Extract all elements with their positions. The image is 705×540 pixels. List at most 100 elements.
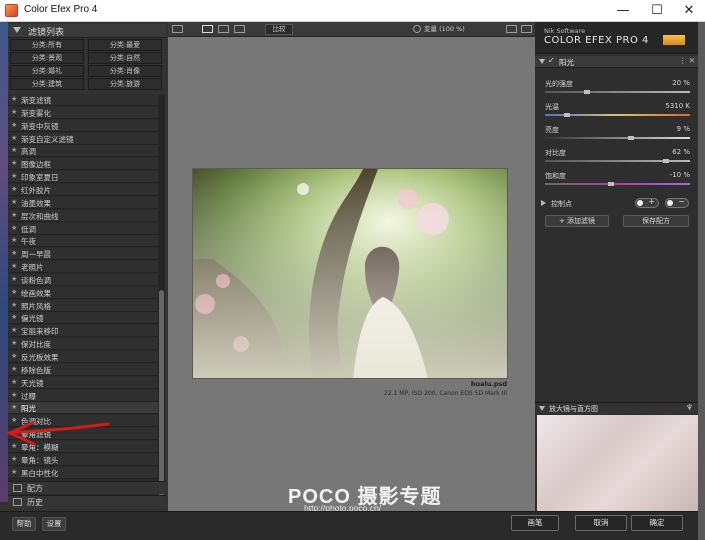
filter-list-item[interactable]: ★ 黑白中性化 <box>8 466 158 479</box>
favorite-star-icon[interactable]: ★ <box>11 146 17 154</box>
zoom-level[interactable]: 变量 (100 %) <box>424 24 494 35</box>
settings-button[interactable]: 设置 <box>42 517 66 531</box>
filter-list-item[interactable]: ★ 渐变滤镜 <box>8 94 158 106</box>
filter-list-item[interactable]: ★ 低调 <box>8 222 158 235</box>
filter-list-item[interactable]: ★ 反光板效果 <box>8 351 158 363</box>
slider-thumb[interactable] <box>564 113 571 117</box>
filter-list-item[interactable]: ★ 宝丽来移印 <box>8 325 158 338</box>
favorite-star-icon[interactable]: ★ <box>11 365 17 373</box>
compare-button[interactable]: 比较 <box>265 24 293 35</box>
single-view-icon[interactable] <box>202 25 213 33</box>
slider-track[interactable] <box>545 159 690 163</box>
filter-list-item[interactable]: ★ 渐变自定义滤镜 <box>8 132 158 145</box>
filter-list-item[interactable]: ★ 绘画效果 <box>8 286 158 299</box>
favorite-star-icon[interactable]: ★ <box>11 455 17 463</box>
help-button[interactable]: 帮助 <box>12 517 36 531</box>
filter-list-scrollbar[interactable] <box>158 94 165 499</box>
favorite-star-icon[interactable]: ★ <box>11 185 17 193</box>
favorite-star-icon[interactable]: ★ <box>11 326 17 334</box>
split-view-icon[interactable] <box>218 25 229 33</box>
favorite-star-icon[interactable]: ★ <box>11 403 17 411</box>
favorite-star-icon[interactable]: ★ <box>11 159 17 167</box>
filter-list-item[interactable]: ★ 老照片 <box>8 261 158 274</box>
slider-value[interactable]: 62 % <box>630 148 690 156</box>
slider-track[interactable] <box>545 136 690 140</box>
filter-list-item[interactable]: ★ 过曝 <box>8 389 158 402</box>
category-button[interactable]: 分类:自然 <box>88 52 162 64</box>
history-section[interactable]: 历史 <box>8 495 166 508</box>
slider-value[interactable]: 5310 K <box>630 102 690 110</box>
favorite-star-icon[interactable]: ★ <box>11 198 17 206</box>
category-button[interactable]: 分类:景观 <box>10 52 84 64</box>
category-button[interactable]: 分类:所有 <box>10 39 84 51</box>
remove-control-point-button[interactable]: − <box>665 197 689 208</box>
save-recipe-button[interactable]: 保存配方 <box>623 215 689 227</box>
favorite-star-icon[interactable]: ★ <box>11 288 17 296</box>
pin-icon[interactable]: ♆ <box>686 403 693 412</box>
favorite-star-icon[interactable]: ★ <box>11 262 17 270</box>
category-button[interactable]: 分类:肖像 <box>88 65 162 77</box>
favorite-star-icon[interactable]: ★ <box>11 468 17 476</box>
slider-thumb[interactable] <box>607 182 614 186</box>
filter-list-item[interactable]: ★ 午夜 <box>8 235 158 248</box>
filter-list-item[interactable]: ★ 图像边框 <box>8 158 158 171</box>
filter-list-item[interactable]: ★ 层次和曲线 <box>8 209 158 222</box>
filter-list-item[interactable]: ★ 渐变中灰镜 <box>8 119 158 132</box>
brush-button[interactable]: 画笔 <box>511 515 559 531</box>
favorite-star-icon[interactable]: ★ <box>11 275 17 283</box>
filter-list-item[interactable]: ★ 照片风格 <box>8 299 158 312</box>
filter-list-item[interactable]: ★ 晕角：镜头 <box>8 453 158 466</box>
cancel-button[interactable]: 取消 <box>575 515 627 531</box>
filter-list-header[interactable]: 滤镜列表 <box>8 24 166 38</box>
slider-track[interactable] <box>545 113 690 117</box>
slider-track[interactable] <box>545 182 690 186</box>
slider-thumb[interactable] <box>628 136 635 140</box>
category-button[interactable]: 分类:旅游 <box>88 78 162 90</box>
scrollbar-thumb[interactable] <box>159 290 164 498</box>
preview-image[interactable] <box>192 168 508 379</box>
filter-list-item[interactable]: ★ 偏光镜 <box>8 312 158 325</box>
favorite-star-icon[interactable]: ★ <box>11 224 17 232</box>
close-button[interactable]: ✕ <box>672 0 705 22</box>
favorite-star-icon[interactable]: ★ <box>11 121 17 129</box>
filter-list-item[interactable]: ★ 阳光 <box>8 402 158 415</box>
favorite-star-icon[interactable]: ★ <box>11 95 17 103</box>
category-button[interactable]: 分类:建筑 <box>10 78 84 90</box>
ok-button[interactable]: 确定 <box>631 515 683 531</box>
slider-value[interactable]: 9 % <box>630 125 690 133</box>
filter-list-item[interactable]: ★ 油墨效果 <box>8 196 158 209</box>
add-filter-button[interactable]: + 添加滤镜 <box>545 215 609 227</box>
favorite-star-icon[interactable]: ★ <box>11 108 17 116</box>
filter-list-item[interactable]: ★ 印象室夏日 <box>8 171 158 184</box>
favorite-star-icon[interactable]: ★ <box>11 134 17 142</box>
toggle-left-panel-icon[interactable] <box>172 25 183 33</box>
expand-triangle-icon[interactable] <box>541 200 546 206</box>
filter-list-item[interactable]: ★ 周一早晨 <box>8 248 158 261</box>
loupe-preview[interactable] <box>537 415 698 511</box>
filter-list-item[interactable]: ★ 移除色版 <box>8 363 158 376</box>
favorite-star-icon[interactable]: ★ <box>11 313 17 321</box>
minimize-button[interactable]: — <box>606 0 640 22</box>
filter-enable-checkbox[interactable]: ✓ <box>548 56 555 65</box>
favorite-star-icon[interactable]: ★ <box>11 339 17 347</box>
filter-list-item[interactable]: ★ 谈粉色调 <box>8 273 158 286</box>
recipes-section[interactable]: 配方 <box>8 481 166 494</box>
toggle-right-panel-icon[interactable] <box>521 25 532 33</box>
side-by-side-view-icon[interactable] <box>234 25 245 33</box>
favorite-star-icon[interactable]: ★ <box>11 249 17 257</box>
favorite-star-icon[interactable]: ★ <box>11 301 17 309</box>
filter-header-controls[interactable]: ⋮ ✕ <box>679 56 695 65</box>
favorite-star-icon[interactable]: ★ <box>11 211 17 219</box>
filter-list-item[interactable]: ★ 高调 <box>8 145 158 158</box>
add-control-point-button[interactable]: + <box>635 197 659 208</box>
favorite-star-icon[interactable]: ★ <box>11 378 17 386</box>
slider-track[interactable] <box>545 90 690 94</box>
slider-value[interactable]: 20 % <box>630 79 690 87</box>
favorite-star-icon[interactable]: ★ <box>11 236 17 244</box>
category-button[interactable]: 分类:最爱 <box>88 39 162 51</box>
favorite-star-icon[interactable]: ★ <box>11 352 17 360</box>
category-button[interactable]: 分类:婚礼 <box>10 65 84 77</box>
maximize-button[interactable]: ☐ <box>640 0 674 22</box>
filter-list-item[interactable]: ★ 保对比度 <box>8 338 158 351</box>
favorite-star-icon[interactable]: ★ <box>11 391 17 399</box>
